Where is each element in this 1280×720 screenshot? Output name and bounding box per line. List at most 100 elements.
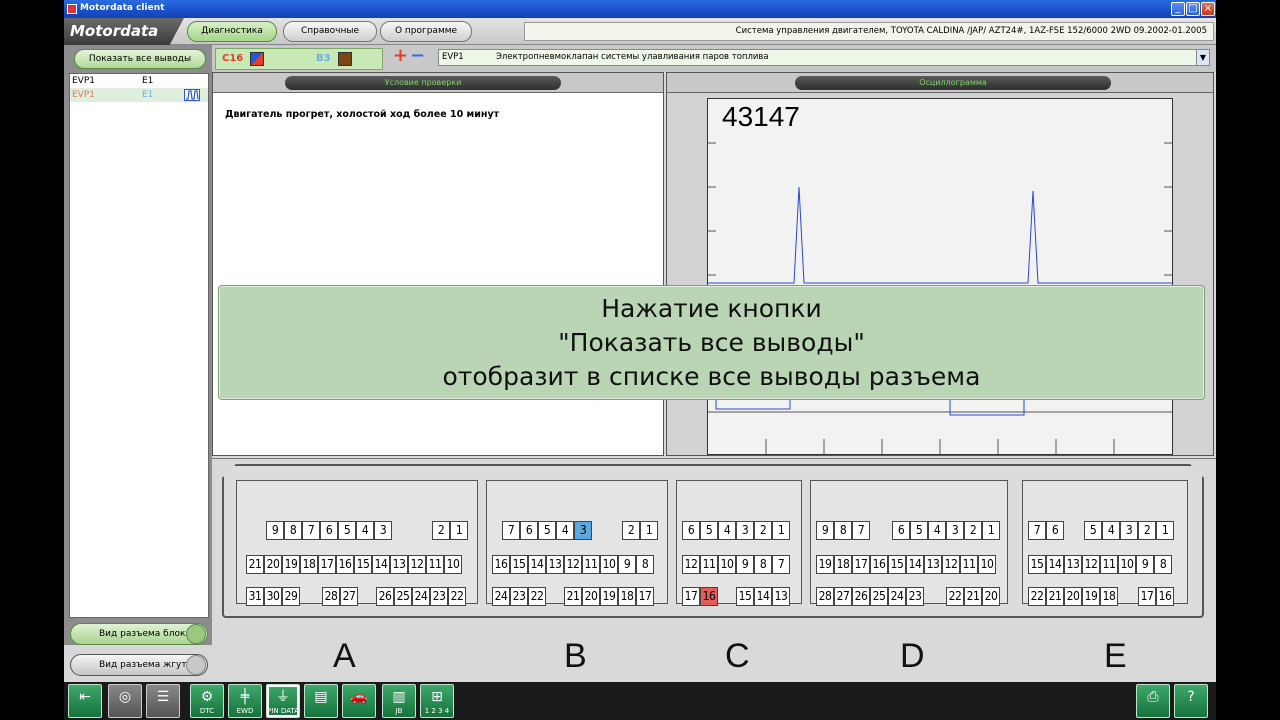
connector-pin[interactable]: 19 (1082, 587, 1100, 606)
connector-pin[interactable]: 21 (564, 587, 582, 606)
ewd-icon[interactable]: ╪ EWD (228, 684, 262, 718)
connector-pin[interactable]: 16 (870, 555, 888, 574)
list-item-selected[interactable]: EVP1 E1 (70, 88, 208, 102)
connector-pin[interactable]: 6 (320, 521, 338, 540)
connector-pin[interactable]: 19 (600, 587, 618, 606)
connector-pin[interactable]: 24 (888, 587, 906, 606)
connector-pin[interactable]: 2 (964, 521, 982, 540)
connector-pin[interactable]: 22 (528, 587, 546, 606)
connector-pin[interactable]: 13 (546, 555, 564, 574)
connector-pin[interactable]: 12 (682, 555, 700, 574)
connector-pin[interactable]: 26 (376, 587, 394, 606)
connector-pin[interactable]: 11 (960, 555, 978, 574)
connector-pin[interactable]: 1 (450, 521, 468, 540)
connector-pin[interactable]: 10 (444, 555, 462, 574)
vehicle-icon[interactable]: 🚗 (342, 684, 376, 718)
connector-pin[interactable]: 20 (582, 587, 600, 606)
connector-pin[interactable]: 12 (564, 555, 582, 574)
connector-pin[interactable]: 7 (302, 521, 320, 540)
help-icon[interactable]: ? (1174, 684, 1208, 718)
connector-pin[interactable]: 23 (906, 587, 924, 606)
connector-pin[interactable]: 6 (520, 521, 538, 540)
connector-pin[interactable]: 9 (736, 555, 754, 574)
connector-pin[interactable]: 14 (528, 555, 546, 574)
connector-pin[interactable]: 4 (928, 521, 946, 540)
connector-pin[interactable]: 23 (510, 587, 528, 606)
junction-block-icon[interactable]: ▥ JB (382, 684, 416, 718)
connector-pin[interactable]: 14 (372, 555, 390, 574)
connector-pin[interactable]: 15 (888, 555, 906, 574)
tab-reference-data[interactable]: Справочные данные (283, 21, 377, 55)
list-item[interactable]: EVP1 E1 (70, 74, 208, 88)
channel-2-swatch[interactable] (338, 52, 352, 66)
connector-pin[interactable]: 11 (426, 555, 444, 574)
connector-pin[interactable]: 15 (510, 555, 528, 574)
connector-pin[interactable]: 18 (1100, 587, 1118, 606)
connector-pin[interactable]: 2 (432, 521, 450, 540)
search-icon[interactable]: ◎ (108, 684, 142, 718)
minimize-button[interactable]: _ (1171, 2, 1185, 16)
print-icon[interactable]: ⎙ (1136, 684, 1170, 718)
connector-pin[interactable]: 3 (946, 521, 964, 540)
connector-pin[interactable]: 5 (700, 521, 718, 540)
connector-pin[interactable]: 13 (772, 587, 790, 606)
connector-pin[interactable]: 2 (754, 521, 772, 540)
connector-pin[interactable]: 21 (246, 555, 264, 574)
connector-pin[interactable]: 18 (618, 587, 636, 606)
connector-pin[interactable]: 7 (502, 521, 520, 540)
harness-view-button[interactable]: Вид разъема жгута (70, 654, 208, 676)
connector-pin[interactable]: 8 (834, 521, 852, 540)
connector-pin[interactable]: 3 (374, 521, 392, 540)
connector-pin[interactable]: 5 (1084, 521, 1102, 540)
connector-pin[interactable]: 20 (1064, 587, 1082, 606)
close-button[interactable]: × (1201, 2, 1215, 16)
remove-channel-button[interactable]: − (410, 47, 425, 65)
connector-pin[interactable]: 7 (852, 521, 870, 540)
connector-pin[interactable]: 3 (574, 521, 592, 540)
connector-pin[interactable]: 28 (322, 587, 340, 606)
connector-pin[interactable]: 21 (1046, 587, 1064, 606)
connector-pin[interactable]: 10 (978, 555, 996, 574)
connector-pin[interactable]: 18 (834, 555, 852, 574)
connector-pin[interactable]: 15 (354, 555, 372, 574)
connector-pin[interactable]: 22 (946, 587, 964, 606)
connector-pin[interactable]: 12 (408, 555, 426, 574)
connector-pin[interactable]: 17 (1138, 587, 1156, 606)
connector-pin[interactable]: 29 (282, 587, 300, 606)
exit-icon[interactable]: ⇤ (68, 684, 102, 718)
connector-pin[interactable]: 2 (1138, 521, 1156, 540)
connector-pin[interactable]: 5 (538, 521, 556, 540)
connector-pin[interactable]: 27 (834, 587, 852, 606)
connector-pin[interactable]: 6 (892, 521, 910, 540)
connector-pin[interactable]: 25 (870, 587, 888, 606)
connector-pin[interactable]: 16 (700, 587, 718, 606)
connector-pin[interactable]: 20 (264, 555, 282, 574)
connector-pin[interactable]: 27 (340, 587, 358, 606)
tab-diagnostics[interactable]: Диагностика (187, 21, 277, 42)
connector-pin[interactable]: 14 (906, 555, 924, 574)
connector-pin[interactable]: 13 (390, 555, 408, 574)
connector-pin[interactable]: 8 (636, 555, 654, 574)
connector-pin[interactable]: 9 (816, 521, 834, 540)
connector-pin[interactable]: 15 (1028, 555, 1046, 574)
connector-pin[interactable]: 4 (1102, 521, 1120, 540)
waveform-icon[interactable] (184, 89, 200, 101)
dtc-icon[interactable]: ⚙ DTC (190, 684, 224, 718)
connector-pin[interactable]: 24 (492, 587, 510, 606)
connector-pin[interactable]: 22 (1028, 587, 1046, 606)
connector-pin[interactable]: 5 (910, 521, 928, 540)
connector-pin[interactable]: 24 (412, 587, 430, 606)
connector-pin[interactable]: 17 (636, 587, 654, 606)
connector-pin[interactable]: 6 (1046, 521, 1064, 540)
connector-pin[interactable]: 19 (816, 555, 834, 574)
connector-view-button[interactable]: Вид разъема блока (70, 623, 208, 645)
connector-pin[interactable]: 30 (264, 587, 282, 606)
connector-pin[interactable]: 23 (430, 587, 448, 606)
connector-pin[interactable]: 3 (1120, 521, 1138, 540)
connector-pin[interactable]: 16 (336, 555, 354, 574)
connector-pin[interactable]: 12 (1082, 555, 1100, 574)
connector-pin[interactable]: 9 (618, 555, 636, 574)
connector-pin[interactable]: 3 (736, 521, 754, 540)
connector-pin[interactable]: 5 (338, 521, 356, 540)
tester-icon[interactable]: ▤ (304, 684, 338, 718)
